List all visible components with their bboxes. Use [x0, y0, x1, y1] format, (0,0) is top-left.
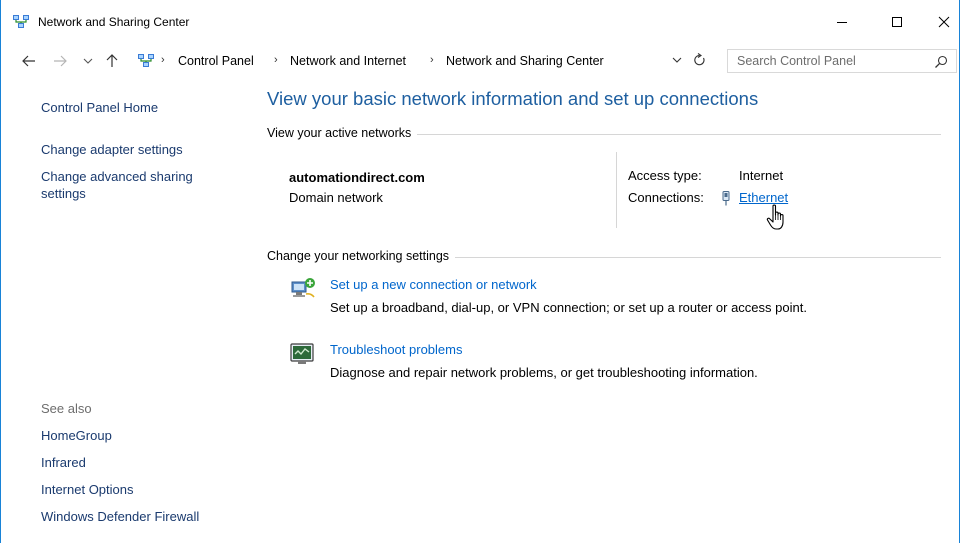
forward-button[interactable]: [52, 53, 68, 69]
address-dropdown-button[interactable]: [670, 53, 684, 67]
ethernet-icon: [722, 191, 730, 206]
back-button[interactable]: [21, 53, 37, 69]
internet-options-link[interactable]: Internet Options: [41, 482, 134, 497]
setup-connection-description: Set up a broadband, dial-up, or VPN conn…: [330, 300, 807, 315]
close-icon: [938, 16, 950, 28]
breadcrumb-network-sharing-center[interactable]: Network and Sharing Center: [446, 54, 604, 68]
recent-locations-button[interactable]: [80, 53, 96, 69]
windows-defender-firewall-link[interactable]: Windows Defender Firewall: [41, 509, 199, 524]
breadcrumb-control-panel[interactable]: Control Panel: [178, 54, 254, 68]
breadcrumb-network-internet[interactable]: Network and Internet: [290, 54, 406, 68]
refresh-icon: [693, 53, 705, 66]
hand-cursor-icon: [766, 204, 784, 230]
arrow-right-icon: [54, 55, 67, 67]
see-also-label: See also: [41, 401, 92, 416]
ethernet-connection-link[interactable]: Ethernet: [739, 190, 788, 205]
search-icon[interactable]: [934, 55, 948, 69]
minimize-icon: [837, 22, 847, 23]
network-center-icon: [138, 54, 154, 67]
breadcrumb-separator-icon[interactable]: ›: [161, 54, 165, 66]
access-type-value: Internet: [739, 168, 784, 183]
infrared-link[interactable]: Infrared: [41, 455, 86, 470]
change-settings-label: Change your networking settings: [267, 249, 456, 263]
arrow-up-icon: [106, 54, 118, 67]
change-adapter-settings-link[interactable]: Change adapter settings: [41, 142, 183, 157]
network-center-icon: [13, 15, 29, 28]
troubleshoot-icon: [290, 343, 314, 364]
connections-label: Connections:: [628, 190, 704, 205]
troubleshoot-problems-link[interactable]: Troubleshoot problems: [330, 342, 462, 357]
chevron-down-icon: [672, 57, 682, 63]
window-title: Network and Sharing Center: [38, 15, 190, 29]
troubleshoot-problems-description: Diagnose and repair network problems, or…: [330, 365, 758, 380]
close-button[interactable]: [921, 0, 960, 44]
network-name: automationdirect.com: [289, 170, 425, 185]
maximize-button[interactable]: [874, 0, 920, 44]
search-input[interactable]: Search Control Panel: [737, 54, 856, 68]
page-title: View your basic network information and …: [267, 88, 759, 109]
breadcrumb-separator-icon[interactable]: ›: [274, 54, 278, 66]
arrow-left-icon: [22, 55, 35, 67]
vertical-divider: [616, 152, 617, 228]
change-advanced-sharing-link[interactable]: Change advanced sharing settings: [41, 169, 221, 202]
network-category: Domain network: [289, 190, 383, 205]
up-button[interactable]: [104, 53, 120, 69]
minimize-button[interactable]: [819, 0, 865, 44]
new-connection-icon: [291, 278, 315, 298]
title-bar[interactable]: Network and Sharing Center: [1, 0, 959, 44]
breadcrumb-separator-icon[interactable]: ›: [430, 54, 434, 66]
maximize-icon: [892, 17, 902, 27]
homegroup-link[interactable]: HomeGroup: [41, 428, 112, 443]
setup-connection-link[interactable]: Set up a new connection or network: [330, 277, 537, 292]
chevron-down-icon: [83, 58, 93, 64]
access-type-label: Access type:: [628, 168, 702, 183]
active-networks-label: View your active networks: [267, 126, 418, 140]
network-sharing-center-window: Network and Sharing Center › Control Pan…: [0, 0, 960, 543]
control-panel-home-link[interactable]: Control Panel Home: [41, 100, 158, 115]
refresh-button[interactable]: [691, 52, 707, 68]
search-box[interactable]: Search Control Panel: [727, 49, 957, 73]
address-bar[interactable]: › Control Panel › Network and Internet ›…: [129, 49, 719, 73]
